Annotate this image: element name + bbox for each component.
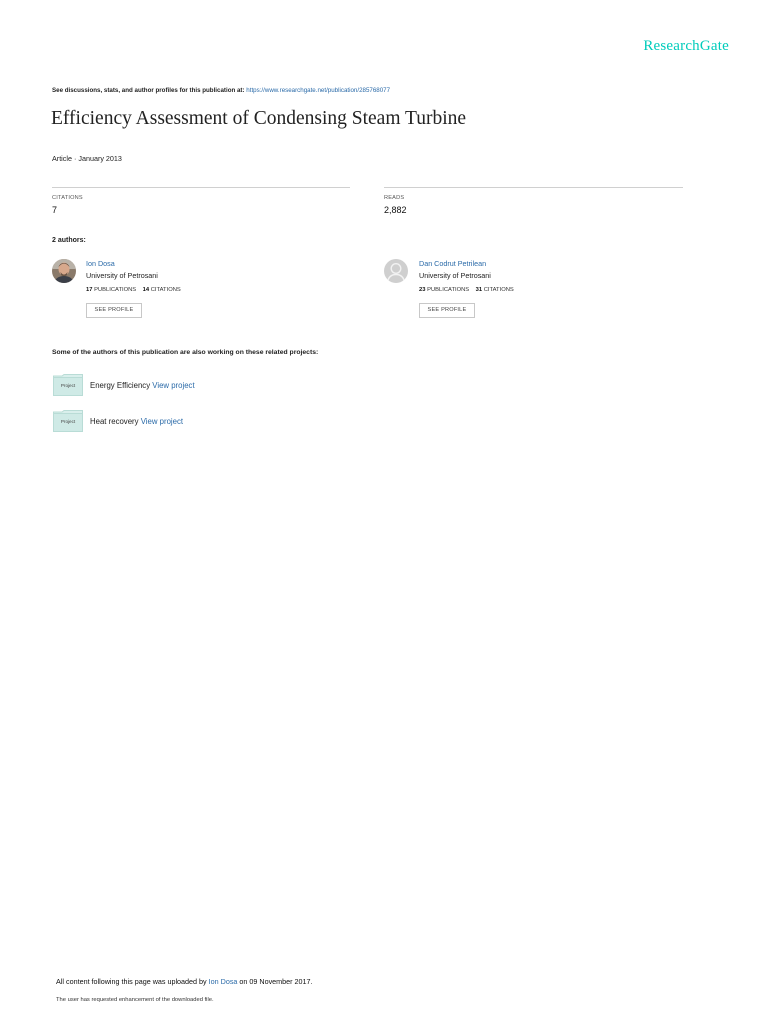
citations-label: CITATIONS [52, 195, 83, 201]
citations-label: CITATIONS [483, 287, 514, 293]
citations-count: 31 [475, 287, 483, 293]
see-profile-button[interactable]: SEE PROFILE [419, 303, 475, 318]
publication-url-link[interactable]: https://www.researchgate.net/publication… [246, 87, 390, 94]
folder-label: Project [60, 419, 76, 424]
intro-line: See discussions, stats, and author profi… [52, 87, 390, 94]
author-stats: 17 PUBLICATIONS 14 CITATIONS [86, 287, 181, 293]
authors-heading: 2 authors: [52, 237, 86, 244]
default-avatar-icon[interactable] [384, 259, 408, 283]
upload-suffix: on 09 November 2017. [239, 977, 313, 986]
upload-prefix: All content following this page was uplo… [56, 977, 207, 986]
enhancement-note: The user has requested enhancement of th… [56, 997, 214, 1003]
project-name: Energy Efficiency [90, 381, 151, 390]
citations-value: 7 [52, 205, 58, 215]
upload-info: All content following this page was uplo… [56, 977, 313, 986]
publications-count: 17 [86, 287, 93, 293]
project-folder-icon: Project [53, 410, 83, 432]
reads-value: 2,882 [384, 205, 407, 215]
publications-label: PUBLICATIONS [427, 287, 470, 293]
author-photo[interactable] [52, 259, 76, 283]
citations-count: 14 [142, 287, 150, 293]
author-stats: 23 PUBLICATIONS 31 CITATIONS [419, 287, 514, 293]
article-title: Efficiency Assessment of Condensing Stea… [51, 108, 467, 129]
researchgate-logo[interactable]: ResearchGate [643, 38, 729, 55]
author-photo-image [52, 259, 76, 283]
publications-count: 23 [419, 287, 426, 293]
view-project-link[interactable]: View project [152, 381, 194, 390]
project-folder-icon: Project [53, 374, 83, 396]
reads-label: READS [384, 195, 405, 201]
project-name: Heat recovery [90, 417, 139, 426]
project-item: Energy Efficiency View project [90, 381, 195, 390]
see-profile-button[interactable]: SEE PROFILE [86, 303, 142, 318]
author-name-link[interactable]: Ion Dosa [86, 259, 115, 268]
intro-prefix: See discussions, stats, and author profi… [52, 87, 245, 94]
folder-label: Project [60, 383, 76, 388]
default-avatar-image [384, 259, 408, 283]
citations-divider [52, 187, 350, 188]
citations-label: CITATIONS [150, 287, 181, 293]
author-name-link[interactable]: Dan Codrut Petrilean [419, 259, 486, 268]
uploader-link[interactable]: Ion Dosa [209, 977, 238, 986]
view-project-link[interactable]: View project [141, 417, 183, 426]
publications-label: PUBLICATIONS [94, 287, 137, 293]
projects-heading: Some of the authors of this publication … [52, 349, 319, 356]
project-item: Heat recovery View project [90, 417, 183, 426]
reads-divider [384, 187, 683, 188]
author-affiliation: University of Petrosani [419, 271, 491, 280]
article-meta: Article · January 2013 [52, 154, 122, 163]
author-affiliation: University of Petrosani [86, 271, 158, 280]
